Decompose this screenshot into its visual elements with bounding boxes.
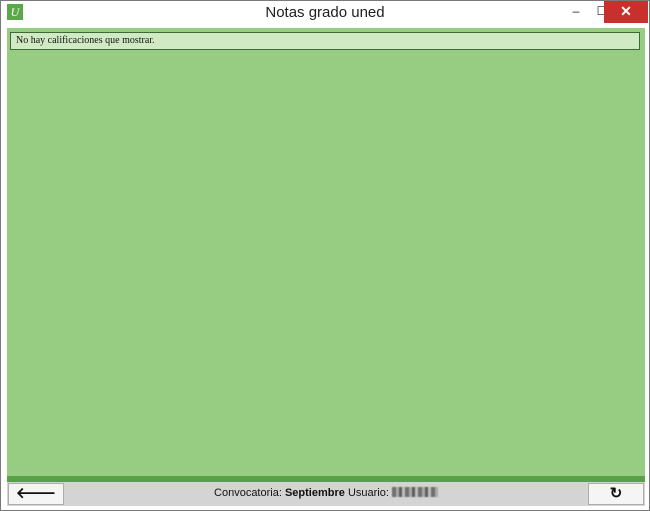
status-bar: 🡐 Convocatoria: Septiembre Usuario: ↻ <box>7 482 645 506</box>
grades-panel: No hay calificaciones que mostrar. <box>7 28 645 476</box>
window-title: Notas grado uned <box>265 4 385 21</box>
convocatoria-label: Convocatoria: <box>214 487 282 499</box>
no-grades-message: No hay calificaciones que mostrar. <box>10 32 640 50</box>
redacted-username <box>391 487 438 497</box>
title-bar[interactable]: U Notas grado uned – ☐ ✕ <box>1 1 649 25</box>
app-window: U Notas grado uned – ☐ ✕ No hay califica… <box>0 0 650 511</box>
status-text: Convocatoria: Septiembre Usuario: <box>7 487 645 499</box>
usuario-label: Usuario: <box>347 487 389 499</box>
close-button[interactable]: ✕ <box>604 1 648 23</box>
convocatoria-value: Septiembre <box>284 487 345 499</box>
refresh-icon: ↻ <box>609 485 623 502</box>
refresh-button[interactable]: ↻ <box>588 483 644 505</box>
